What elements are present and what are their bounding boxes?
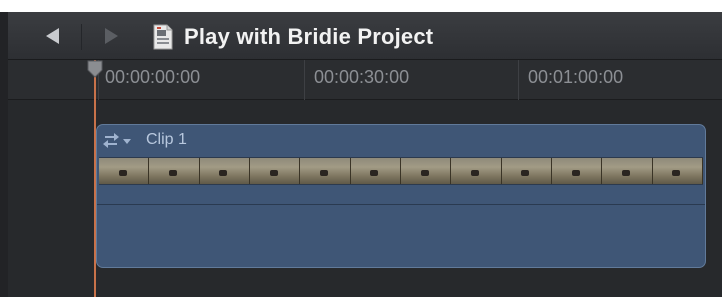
- clip-menu-icon[interactable]: [103, 133, 133, 149]
- filmstrip-frame: [602, 158, 653, 184]
- filmstrip-frame: [652, 158, 703, 184]
- back-button[interactable]: [30, 18, 74, 54]
- filmstrip-frame: [350, 158, 401, 184]
- clip-name: Clip 1: [146, 131, 187, 148]
- filmstrip-frame: [300, 158, 351, 184]
- ruler-timecode-2: 00:01:00:00: [528, 67, 624, 87]
- ruler-timecode-0: 00:00:00:00: [105, 67, 201, 87]
- ruler-timecode-1: 00:00:30:00: [314, 67, 410, 87]
- ruler-tick: [304, 60, 305, 100]
- video-clip[interactable]: Clip 1: [96, 124, 706, 268]
- filmstrip-frame: [551, 158, 603, 184]
- nav-separator: [81, 24, 82, 50]
- filmstrip-frame: [249, 158, 301, 184]
- back-arrow-icon: [46, 28, 59, 44]
- project-document-icon: [153, 24, 173, 50]
- timeline-toolbar: Play with Bridie Project: [8, 12, 722, 60]
- playhead[interactable]: [94, 60, 96, 297]
- filmstrip-frame: [99, 158, 150, 184]
- clip-header: Clip 1: [97, 125, 705, 155]
- timeline-ruler[interactable]: 00:00:00:00 00:00:30:00 00:01:00:00: [8, 60, 722, 100]
- project-title: Play with Bridie Project: [184, 24, 434, 49]
- forward-arrow-icon: [105, 28, 118, 44]
- window-top-edge: [0, 0, 722, 12]
- filmstrip-frame: [501, 158, 552, 184]
- forward-button[interactable]: [90, 18, 134, 54]
- playhead-handle-icon[interactable]: [87, 60, 103, 78]
- ruler-tick: [518, 60, 519, 100]
- filmstrip-frame: [451, 158, 502, 184]
- filmstrip-frame: [149, 158, 200, 184]
- filmstrip-frame: [199, 158, 250, 184]
- clip-filmstrip: [99, 157, 703, 185]
- clip-audio-divider: [97, 204, 705, 205]
- filmstrip-frame: [400, 158, 452, 184]
